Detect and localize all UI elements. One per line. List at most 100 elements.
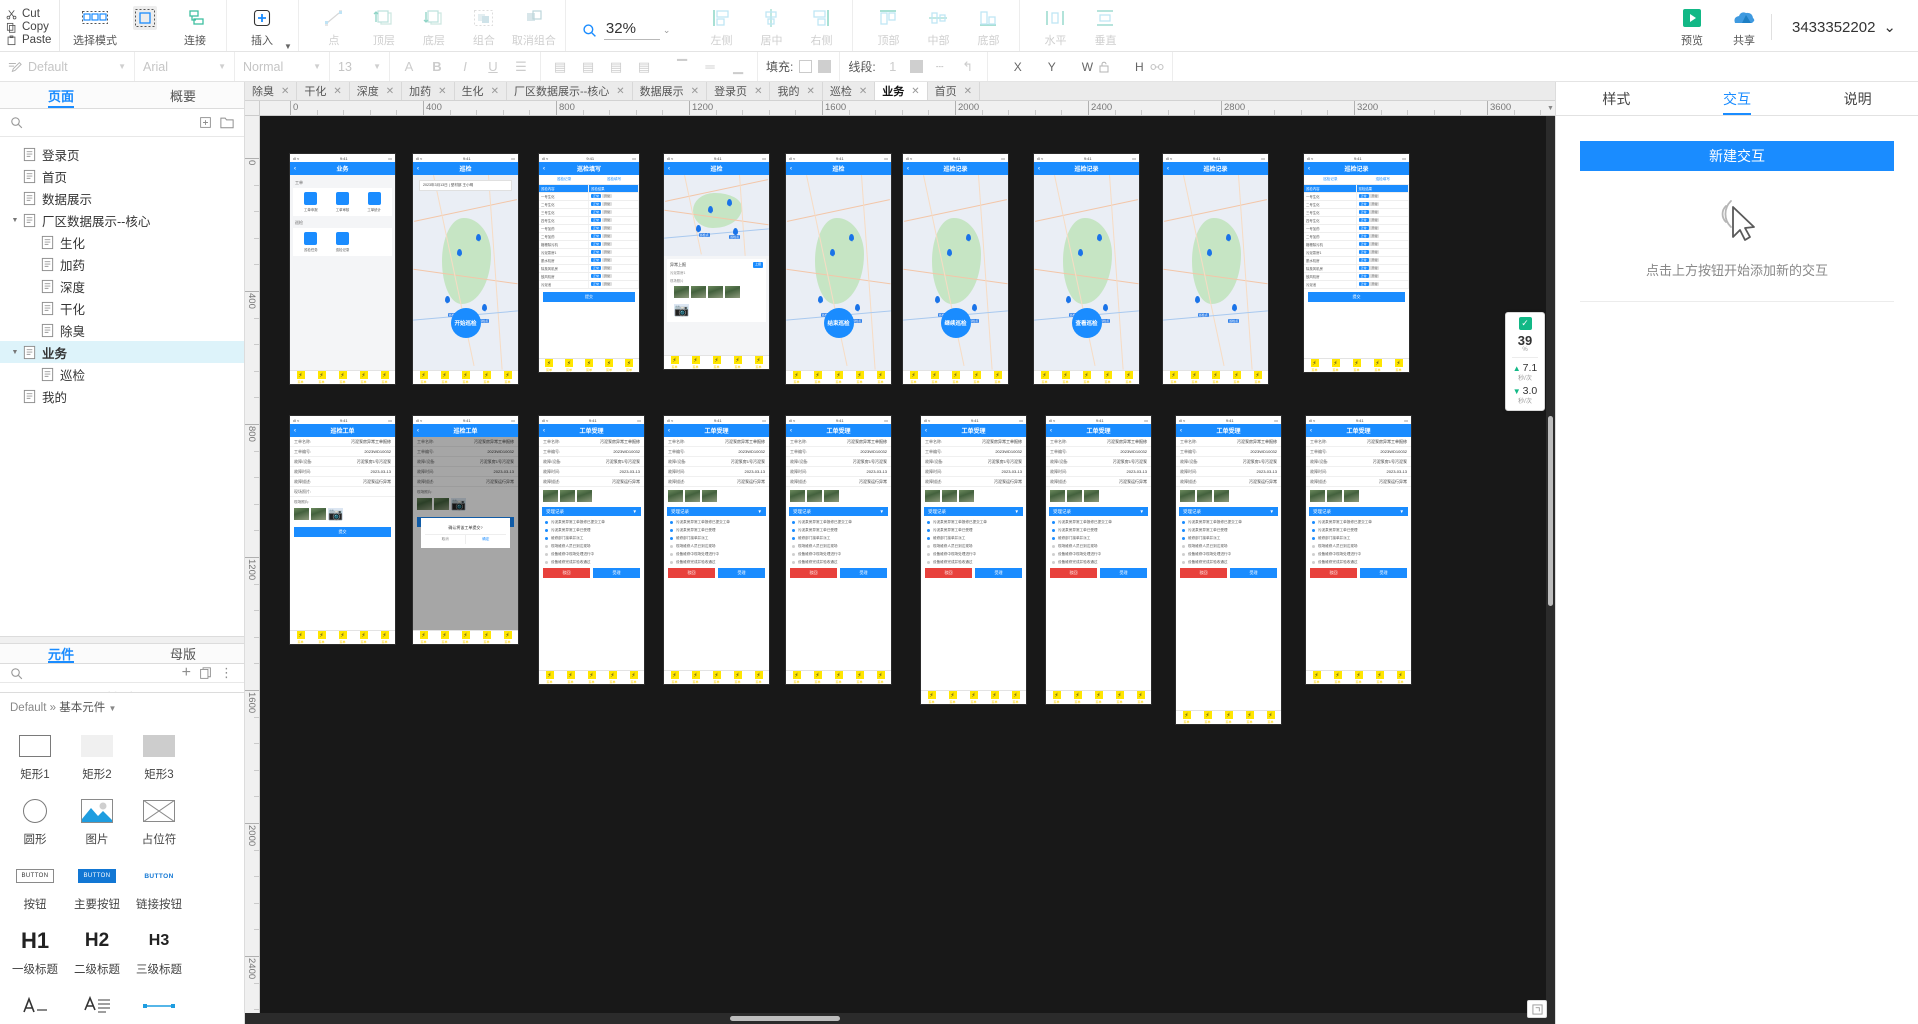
copy-button[interactable]: Copy bbox=[6, 21, 53, 33]
align-left-icon[interactable]: ▤ bbox=[549, 59, 571, 75]
widget-item[interactable]: 占位符 bbox=[128, 788, 190, 853]
mobile-tab-item[interactable]: ⚡ 菜单 bbox=[1005, 691, 1026, 704]
widget-item[interactable]: H3 三级标题 bbox=[128, 918, 190, 983]
mobile-tab-item[interactable]: ⚡ 菜单 bbox=[1046, 691, 1067, 704]
mobile-tab-item[interactable]: ⚡ 菜单 bbox=[579, 359, 599, 372]
line-width-value[interactable]: 1 bbox=[882, 59, 904, 74]
mobile-tab-item[interactable]: ⚡ 菜单 bbox=[434, 371, 455, 384]
tab-widgets[interactable]: 元件 bbox=[0, 644, 122, 663]
mobile-tab-item[interactable]: ⚡ 菜单 bbox=[727, 671, 748, 684]
pages-search-input[interactable] bbox=[31, 115, 191, 130]
mobile-tab-item[interactable]: ⚡ 菜单 bbox=[984, 691, 1005, 704]
align-right-button[interactable]: 右侧 bbox=[796, 2, 846, 48]
mobile-tab-item[interactable]: ⚡ 菜单 bbox=[539, 359, 559, 372]
library-breadcrumb[interactable]: Default » 基本元件 ▼ bbox=[0, 693, 244, 721]
close-icon[interactable]: ✕ bbox=[438, 86, 446, 97]
mobile-tab-item[interactable]: ⚡ 菜单 bbox=[311, 371, 332, 384]
canvas-tab[interactable]: 我的 ✕ bbox=[770, 82, 823, 100]
map-action-button[interactable]: 继续巡检 bbox=[940, 307, 971, 338]
submit-button[interactable]: 提交 bbox=[543, 292, 635, 302]
accept-button[interactable]: 受理 bbox=[1230, 568, 1277, 578]
mobile-tab-item[interactable]: ⚡ 菜单 bbox=[706, 356, 727, 369]
canvas-tab[interactable]: 深度 ✕ bbox=[350, 82, 403, 100]
widget-item[interactable]: BUTTON 主要按钮 bbox=[66, 853, 128, 918]
chevron-down-icon[interactable]: ▼ bbox=[118, 62, 126, 71]
panel-splitter[interactable] bbox=[0, 636, 244, 644]
mobile-tab-item[interactable]: ⚡ 菜单 bbox=[807, 671, 828, 684]
back-icon[interactable]: ‹ bbox=[294, 428, 296, 434]
mobile-tabbar[interactable]: ⚡ 菜单 ⚡ 菜单 ⚡ 菜单 ⚡ 菜单 ⚡ 菜单 bbox=[1306, 670, 1411, 684]
mobile-tabbar[interactable]: ⚡ 菜单 ⚡ 菜单 ⚡ 菜单 ⚡ 菜单 ⚡ 菜单 bbox=[539, 670, 644, 684]
mobile-tab-item[interactable]: ⚡ 菜单 bbox=[581, 671, 602, 684]
artboard-screen[interactable]: ıll ≈9:41 ▭ ‹ 巡检工单 工单名称: 污泥泵房异常工单报修 工单编号: 2023W… bbox=[413, 416, 518, 644]
page-tree-item[interactable]: 生化 bbox=[0, 231, 244, 253]
artboard-screen[interactable]: ıll ≈9:41▭‹巡检巡检点巡检点开始巡检2023年3月13日 | 型材部 … bbox=[413, 154, 518, 384]
mobile-tabbar[interactable]: ⚡ 菜单 ⚡ 菜单 ⚡ 菜单 ⚡ 菜单 ⚡ 菜单 bbox=[1046, 690, 1151, 704]
mobile-tabbar[interactable]: ⚡ 菜单 ⚡ 菜单 ⚡ 菜单 ⚡ 菜单 ⚡ 菜单 bbox=[664, 670, 769, 684]
close-icon[interactable]: ✕ bbox=[964, 86, 972, 97]
canvas-tab[interactable]: 业务 ✕ bbox=[875, 82, 928, 100]
mobile-tabbar[interactable]: ⚡ 菜单 ⚡ 菜单 ⚡ 菜单 ⚡ 菜单 ⚡ 菜单 bbox=[921, 690, 1026, 704]
screen-tab[interactable]: 巡检记录 bbox=[1304, 175, 1357, 184]
page-tree-item[interactable]: 加药 bbox=[0, 253, 244, 275]
widget-item[interactable]: BUTTON 链接按钮 bbox=[128, 853, 190, 918]
align-center-button[interactable]: 居中 bbox=[746, 2, 796, 48]
mobile-tab-item[interactable]: ⚡ 菜单 bbox=[311, 631, 332, 644]
widget-item[interactable]: 矩形1 bbox=[4, 723, 66, 788]
mobile-tab-item[interactable]: ⚡ 菜单 bbox=[685, 356, 706, 369]
mobile-tab-item[interactable]: ⚡ 菜单 bbox=[870, 671, 891, 684]
mobile-tab-item[interactable]: ⚡ 菜单 bbox=[1390, 671, 1411, 684]
artboard-screen[interactable]: ıll ≈9:41 ▭ ‹ 工单受理 工单名称: 污泥泵房异常工单报修 工单编号: 2023W… bbox=[921, 416, 1026, 704]
fill-opacity-swatch[interactable] bbox=[818, 60, 832, 73]
mobile-tab-item[interactable]: ⚡ 菜单 bbox=[849, 671, 870, 684]
search-icon[interactable] bbox=[10, 116, 23, 129]
mobile-tab-item[interactable]: ⚡ 菜单 bbox=[623, 671, 644, 684]
canvas-tab-bar[interactable]: 除臭 ✕ 干化 ✕ 深度 ✕ 加药 ✕ 生化 ✕ 厂区数据展示--核心 ✕ 数据展示 ✕ 登录页 ✕ 我的 ✕ 巡检… bbox=[245, 82, 1555, 101]
page-tree-item[interactable]: 干化 bbox=[0, 297, 244, 319]
back-icon[interactable]: ‹ bbox=[1167, 166, 1169, 172]
menu-item[interactable]: 工单审核 bbox=[329, 192, 357, 212]
artboard-screen[interactable]: ıll ≈9:41 ▭ ‹ 工单受理 工单名称: 污泥泵房异常工单报修 工单编号: 2023W… bbox=[539, 416, 644, 684]
canvas-tab[interactable]: 干化 ✕ bbox=[297, 82, 350, 100]
mobile-tabbar[interactable]: ⚡ 菜单 ⚡ 菜单 ⚡ 菜单 ⚡ 菜单 ⚡ 菜单 bbox=[413, 630, 518, 644]
mobile-tab-item[interactable]: ⚡ 菜单 bbox=[559, 359, 579, 372]
mobile-tab-item[interactable]: ⚡ 菜单 bbox=[599, 359, 619, 372]
align-middle-icon[interactable]: ═ bbox=[699, 59, 721, 74]
mobile-tab-item[interactable]: ⚡ 菜单 bbox=[560, 671, 581, 684]
mobile-tab-item[interactable]: ⚡ 菜单 bbox=[748, 356, 769, 369]
select-mode-button[interactable]: 选择模式 bbox=[70, 2, 120, 48]
page-tree-item[interactable]: 深度 bbox=[0, 275, 244, 297]
mobile-tabbar[interactable]: ⚡ 菜单 ⚡ 菜单 ⚡ 菜单 ⚡ 菜单 ⚡ 菜单 bbox=[1163, 370, 1268, 384]
mobile-tabbar[interactable]: ⚡ 菜单 ⚡ 菜单 ⚡ 菜单 ⚡ 菜单 ⚡ 菜单 bbox=[539, 358, 639, 372]
map-action-button[interactable]: 查看巡检 bbox=[1071, 307, 1102, 338]
section-bar[interactable]: 受理记录 ▼ bbox=[1049, 507, 1148, 516]
mobile-tab-item[interactable]: ⚡ 菜单 bbox=[1184, 371, 1205, 384]
distribute-vertical-button[interactable]: 垂直 bbox=[1080, 2, 1130, 48]
artboard-screen[interactable]: ıll ≈9:41▭‹巡检巡检点巡检点结束巡检⚡菜单⚡菜单⚡菜单⚡菜单⚡菜单 bbox=[786, 154, 891, 384]
back-icon[interactable]: ‹ bbox=[907, 166, 909, 172]
line-color-swatch[interactable] bbox=[909, 60, 923, 73]
close-icon[interactable]: ✕ bbox=[386, 86, 394, 97]
mobile-tab-item[interactable]: ⚡ 菜单 bbox=[1260, 711, 1281, 724]
mobile-tab-item[interactable]: ⚡ 菜单 bbox=[870, 371, 891, 384]
mobile-tab-item[interactable]: ⚡ 菜单 bbox=[903, 371, 924, 384]
mobile-tab-item[interactable]: ⚡ 菜单 bbox=[353, 371, 374, 384]
confirm-button[interactable]: 确定 bbox=[465, 535, 506, 545]
mobile-tab-item[interactable]: ⚡ 菜单 bbox=[1055, 371, 1076, 384]
widget-item[interactable]: 圆形 bbox=[4, 788, 66, 853]
mobile-tab-item[interactable]: ⚡ 菜单 bbox=[1176, 711, 1197, 724]
mobile-tab-item[interactable]: ⚡ 菜单 bbox=[786, 671, 807, 684]
mobile-tab-item[interactable]: ⚡ 菜单 bbox=[1088, 691, 1109, 704]
mobile-tab-item[interactable]: ⚡ 菜单 bbox=[476, 631, 497, 644]
screen-tab[interactable]: 巡检填写 bbox=[1357, 175, 1410, 184]
map-action-button[interactable]: 开始巡检 bbox=[450, 307, 481, 338]
reject-button[interactable]: 驳回 bbox=[1050, 568, 1097, 578]
align-justify-icon[interactable]: ▤ bbox=[633, 59, 655, 75]
mobile-tab-item[interactable]: ⚡ 菜单 bbox=[942, 691, 963, 704]
link-icon[interactable] bbox=[1150, 62, 1164, 72]
italic-icon[interactable]: I bbox=[454, 59, 476, 74]
mobile-tab-item[interactable]: ⚡ 菜单 bbox=[786, 371, 807, 384]
reject-button[interactable]: 驳回 bbox=[790, 568, 837, 578]
bold-icon[interactable]: B bbox=[426, 59, 448, 74]
widget-item[interactable]: 文本段落 bbox=[66, 983, 128, 1024]
